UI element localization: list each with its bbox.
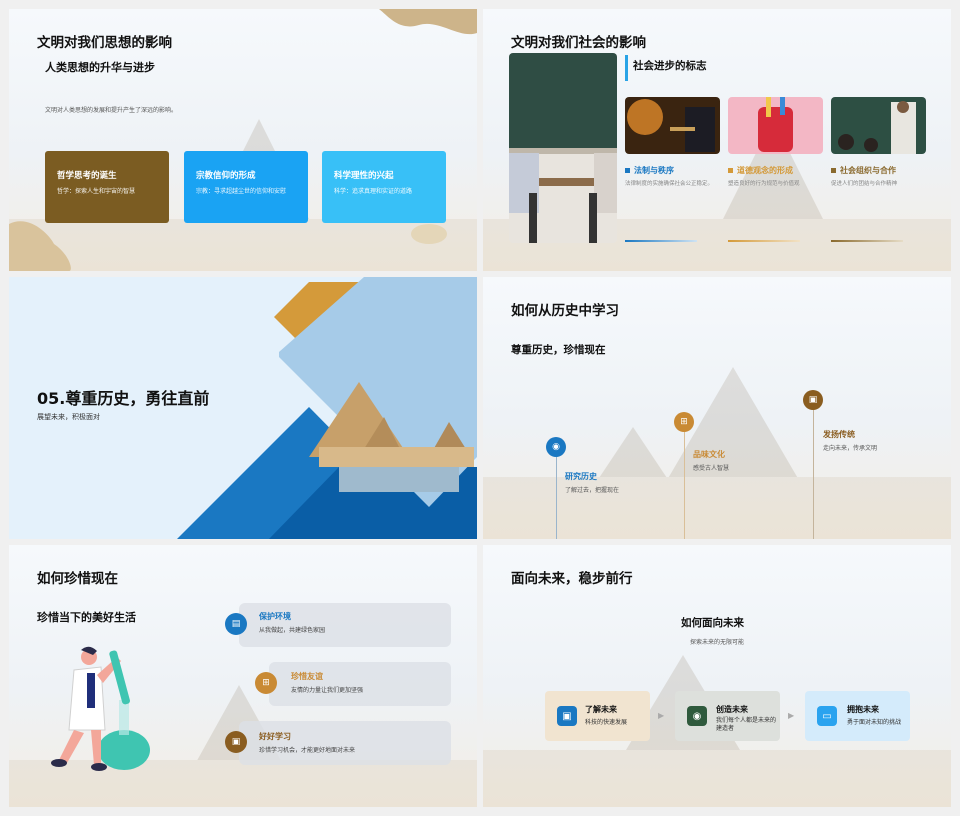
step-desc: 我们每个人都是未来的建造者 [716,717,777,733]
network-icon: ⊞ [674,412,694,432]
point-title: 发扬传统 [823,430,855,439]
item-desc: 塑造良好的行为规范与价值观 [728,181,800,187]
section-subtitle: 展望未来，积极面对 [37,413,100,421]
card-desc: 科学：追求真理和实证的道路 [334,188,413,195]
step-title: 拥抱未来 [847,705,879,714]
slide-description: 文明对人类思想的发展和提升产生了深远的影响。 [45,107,178,114]
slide-subtitle: 珍惜当下的美好生活 [37,611,136,624]
slide-subtitle: 尊重历史，珍惜现在 [511,344,606,356]
item-label: 道德观念的形成 [737,166,793,175]
item-desc: 促进人们的团结与合作精神 [831,181,898,187]
slide-title: 文明对我们思想的影响 [37,35,172,51]
item-label: 社会组织与合作 [840,166,896,175]
step-title: 了解未来 [585,705,617,714]
slide-cherish-present[interactable]: 如何珍惜现在 珍惜当下的美好生活 ▤ ⊞ ▣ 保护环境 从我做起，共建绿色家园 … [9,545,477,807]
slide-society-influence[interactable]: 文明对我们社会的影响 社会进步的标志 法制与秩序 法律制度的实施确保社会公正稳定… [483,9,951,271]
step-desc: 科技的快速发展 [585,719,628,726]
slide-title: 文明对我们社会的影响 [511,35,646,51]
timeline-line [813,402,814,539]
decorative-blob [411,224,447,244]
item-desc: 珍惜学习机会，才能更好地面对未来 [259,747,356,754]
point-title: 品味文化 [693,450,725,459]
point-desc: 感受古人智慧 [693,465,730,472]
law-label: 法制与秩序 [625,165,674,176]
morality-image [728,97,823,154]
chat-icon: ▭ [817,706,837,726]
slide-learn-history[interactable]: 如何从历史中学习 尊重历史，珍惜现在 ◉ ⊞ ▣ 研究历史 了解过去，把握现在 … [483,277,951,539]
document-icon: ▤ [225,613,247,635]
item-label: 法制与秩序 [634,166,674,175]
card-title: 宗教信仰的形成 [196,171,256,181]
card-desc: 宗教：寻求超越尘世的信仰和安慰 [196,188,287,195]
slide-section-05[interactable]: 05.尊重历史，勇往直前 展望未来，积极面对 [9,277,477,539]
item-desc: 法律制度的实施确保社会公正稳定。 [625,181,714,187]
slide-title: 如何从历史中学习 [511,303,619,319]
item-title: 珍惜友谊 [291,672,323,681]
underline-bar [831,240,903,242]
image-icon: ▣ [803,390,823,410]
section-title: 05.尊重历史，勇往直前 [37,389,210,408]
item-desc: 友情的力量让我们更加坚强 [291,687,364,694]
item-title: 好好学习 [259,732,291,741]
card-religion[interactable]: 宗教信仰的形成 宗教：寻求超越尘世的信仰和安慰 [184,151,308,223]
item-title: 保护环境 [259,612,291,621]
slide-title: 如何珍惜现在 [37,571,118,587]
item-study[interactable] [239,721,451,765]
square-bullet-icon [728,168,733,173]
center-title: 如何面向未来 [681,617,744,629]
timeline-line [556,447,557,539]
image-icon: ▣ [225,731,247,753]
point-desc: 了解过去，把握现在 [565,487,620,494]
arrow-right-icon: ▶ [788,711,795,720]
item-desc: 从我做起，共建绿色家园 [259,627,326,634]
timeline-line [684,424,685,539]
image-icon: ▣ [557,706,577,726]
step-desc: 勇于面对未知的挑战 [847,719,902,726]
network-icon: ⊞ [255,672,277,694]
accent-bar [625,55,628,81]
research-icon: ◉ [546,437,566,457]
scientist-illustration [51,646,150,771]
slide-face-future[interactable]: 面向未来，稳步前行 如何面向未来 探索未来的无限可能 ▶ ▶ ▣ ◉ ▭ 了解未… [483,545,951,807]
slide-title: 面向未来，稳步前行 [511,571,633,587]
underline-bar [728,240,800,242]
card-science[interactable]: 科学理性的兴起 科学：追求真理和实证的道路 [322,151,446,223]
underline-bar [625,240,697,242]
point-title: 研究历史 [565,472,597,481]
cooperation-image [831,97,926,154]
item-friendship[interactable] [269,662,451,706]
slide-subtitle: 人类思想的升华与进步 [45,61,155,74]
card-philosophy[interactable]: 哲学思考的诞生 哲学：探索人生和宇宙的智慧 [45,151,169,223]
arrow-right-icon: ▶ [658,711,665,720]
square-bullet-icon [625,168,630,173]
slide-thought-influence[interactable]: 文明对我们思想的影响 人类思想的升华与进步 文明对人类思想的发展和提升产生了深远… [9,9,477,271]
classroom-image [509,53,617,243]
card-title: 哲学思考的诞生 [57,171,117,181]
center-desc: 探索未来的无限可能 [690,639,745,646]
section-subtitle: 社会进步的标志 [633,60,707,72]
law-image [625,97,720,154]
card-desc: 哲学：探索人生和宇宙的智慧 [57,188,136,195]
decorative-blob [379,9,477,35]
card-title: 科学理性的兴起 [334,171,394,181]
point-desc: 走向未来，传承文明 [823,445,878,452]
morality-label: 道德观念的形成 [728,165,793,176]
target-icon: ◉ [687,706,707,726]
square-bullet-icon [831,168,836,173]
cooperation-label: 社会组织与合作 [831,165,896,176]
step-title: 创造未来 [716,705,748,714]
